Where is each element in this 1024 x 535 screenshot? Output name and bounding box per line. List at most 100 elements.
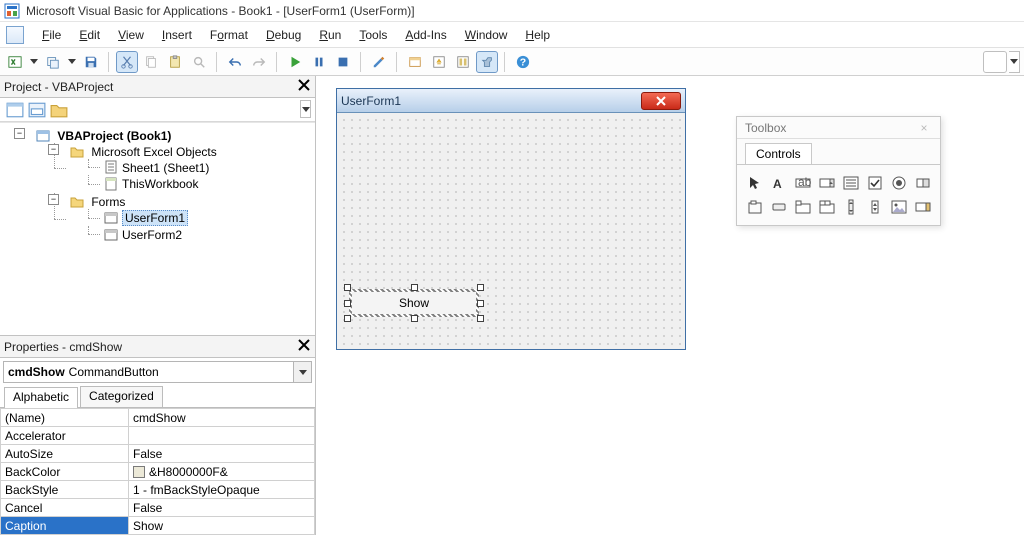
insert-component-icon[interactable]	[42, 51, 64, 73]
property-value[interactable]: &H8000000F&	[129, 463, 315, 481]
property-row[interactable]: AutoSizeFalse	[1, 445, 315, 463]
tool-scrollbar-icon[interactable]	[841, 197, 861, 217]
excel-icon[interactable]	[4, 51, 26, 73]
menu-file[interactable]: File	[34, 25, 69, 45]
break-icon[interactable]	[308, 51, 330, 73]
menu-tools[interactable]: Tools	[351, 25, 395, 45]
tool-pointer-icon[interactable]	[745, 173, 765, 193]
tool-combobox-icon[interactable]	[817, 173, 837, 193]
toolbox-close-icon[interactable]: ×	[916, 120, 932, 136]
form-designer-icon[interactable]	[6, 26, 24, 44]
tree-userform2[interactable]: UserForm2	[122, 228, 182, 242]
tree-forms[interactable]: Forms	[91, 195, 125, 209]
toggle-folders-icon[interactable]	[50, 101, 68, 119]
project-panel-title: Project - VBAProject	[4, 80, 113, 94]
menu-edit[interactable]: Edit	[71, 25, 108, 45]
menu-debug[interactable]: Debug	[258, 25, 309, 45]
command-button-show[interactable]: Show	[349, 289, 479, 317]
tool-multipage-icon[interactable]	[817, 197, 837, 217]
dropdown-arrow-icon[interactable]	[293, 362, 311, 382]
tree-sheet1[interactable]: Sheet1 (Sheet1)	[122, 160, 209, 174]
view-object-icon[interactable]	[28, 101, 46, 119]
property-row[interactable]: CaptionShow	[1, 517, 315, 535]
property-value[interactable]: False	[129, 445, 315, 463]
toolbox-tab-controls[interactable]: Controls	[745, 143, 812, 164]
tree-userform1[interactable]: UserForm1	[122, 210, 188, 226]
menu-insert[interactable]: Insert	[154, 25, 200, 45]
tool-tabstrip-icon[interactable]	[793, 197, 813, 217]
tool-togglebutton-icon[interactable]	[913, 173, 933, 193]
tree-excel-objects[interactable]: Microsoft Excel Objects	[91, 145, 216, 159]
tree-collapse-icon[interactable]: −	[48, 144, 59, 155]
insert-dropdown[interactable]	[66, 51, 78, 73]
project-toolbar-dropdown[interactable]	[300, 100, 311, 118]
tree-root[interactable]: VBAProject (Book1)	[57, 129, 171, 143]
help-icon[interactable]: ?	[512, 51, 534, 73]
project-tree[interactable]: − VBAProject (Book1) − Microsoft Excel O…	[0, 122, 315, 335]
property-row[interactable]: (Name)cmdShow	[1, 409, 315, 427]
copy-icon[interactable]	[140, 51, 162, 73]
tree-collapse-icon[interactable]: −	[14, 128, 25, 139]
tool-refedit-icon[interactable]	[913, 197, 933, 217]
excel-dropdown[interactable]	[28, 51, 40, 73]
toolbox-window[interactable]: Toolbox × Controls A ab|	[736, 116, 941, 226]
project-panel-close-icon[interactable]	[297, 78, 311, 95]
userform-canvas[interactable]: Show	[337, 113, 685, 349]
menu-run[interactable]: Run	[311, 25, 349, 45]
properties-window-icon[interactable]	[428, 51, 450, 73]
property-row[interactable]: BackStyle1 - fmBackStyleOpaque	[1, 481, 315, 499]
tool-listbox-icon[interactable]	[841, 173, 861, 193]
paste-icon[interactable]	[164, 51, 186, 73]
property-grid[interactable]: (Name)cmdShowAcceleratorAutoSizeFalseBac…	[0, 408, 315, 535]
toolbar-blank-button[interactable]	[983, 51, 1007, 73]
tool-image-icon[interactable]	[889, 197, 909, 217]
menu-format[interactable]: Format	[202, 25, 256, 45]
property-value[interactable]: cmdShow	[129, 409, 315, 427]
tree-collapse-icon[interactable]: −	[48, 194, 59, 205]
property-row[interactable]: CancelFalse	[1, 499, 315, 517]
menu-addins[interactable]: Add-Ins	[397, 25, 454, 45]
tab-alphabetic[interactable]: Alphabetic	[4, 387, 78, 408]
cut-icon[interactable]	[116, 51, 138, 73]
tool-frame-icon[interactable]	[745, 197, 765, 217]
property-value[interactable]: False	[129, 499, 315, 517]
userform-titlebar[interactable]: UserForm1	[337, 89, 685, 113]
property-value[interactable]: 1 - fmBackStyleOpaque	[129, 481, 315, 499]
project-explorer-icon[interactable]	[404, 51, 426, 73]
app-icon	[4, 3, 20, 19]
tool-optionbutton-icon[interactable]	[889, 173, 909, 193]
object-selector-dropdown[interactable]: cmdShow CommandButton	[3, 361, 312, 383]
toolbar-overflow-dropdown[interactable]	[1009, 51, 1020, 73]
userform-close-button[interactable]	[641, 92, 681, 110]
tool-commandbutton-icon[interactable]	[769, 197, 789, 217]
menu-help[interactable]: Help	[517, 25, 558, 45]
object-type: CommandButton	[69, 365, 159, 379]
reset-icon[interactable]	[332, 51, 354, 73]
property-row[interactable]: BackColor&H8000000F&	[1, 463, 315, 481]
property-value[interactable]	[129, 427, 315, 445]
toolbar: ?	[0, 48, 1024, 76]
redo-icon[interactable]	[248, 51, 270, 73]
undo-icon[interactable]	[224, 51, 246, 73]
tab-categorized[interactable]: Categorized	[80, 386, 163, 407]
tool-checkbox-icon[interactable]	[865, 173, 885, 193]
tool-spinbutton-icon[interactable]	[865, 197, 885, 217]
view-code-icon[interactable]	[6, 101, 24, 119]
tree-thisworkbook[interactable]: ThisWorkbook	[122, 177, 198, 191]
menu-window[interactable]: Window	[457, 25, 516, 45]
design-mode-icon[interactable]	[368, 51, 390, 73]
save-icon[interactable]	[80, 51, 102, 73]
toolbox-titlebar[interactable]: Toolbox ×	[737, 117, 940, 139]
tool-textbox-icon[interactable]: ab|	[793, 173, 813, 193]
property-row[interactable]: Accelerator	[1, 427, 315, 445]
command-button-caption: Show	[399, 296, 429, 310]
property-value[interactable]: Show	[129, 517, 315, 535]
find-icon[interactable]	[188, 51, 210, 73]
menu-view[interactable]: View	[110, 25, 152, 45]
tool-label-icon[interactable]: A	[769, 173, 789, 193]
run-icon[interactable]	[284, 51, 306, 73]
toolbox-icon[interactable]	[476, 51, 498, 73]
object-browser-icon[interactable]	[452, 51, 474, 73]
userform-designer[interactable]: UserForm1 Show	[336, 88, 686, 350]
properties-panel-close-icon[interactable]	[297, 338, 311, 355]
